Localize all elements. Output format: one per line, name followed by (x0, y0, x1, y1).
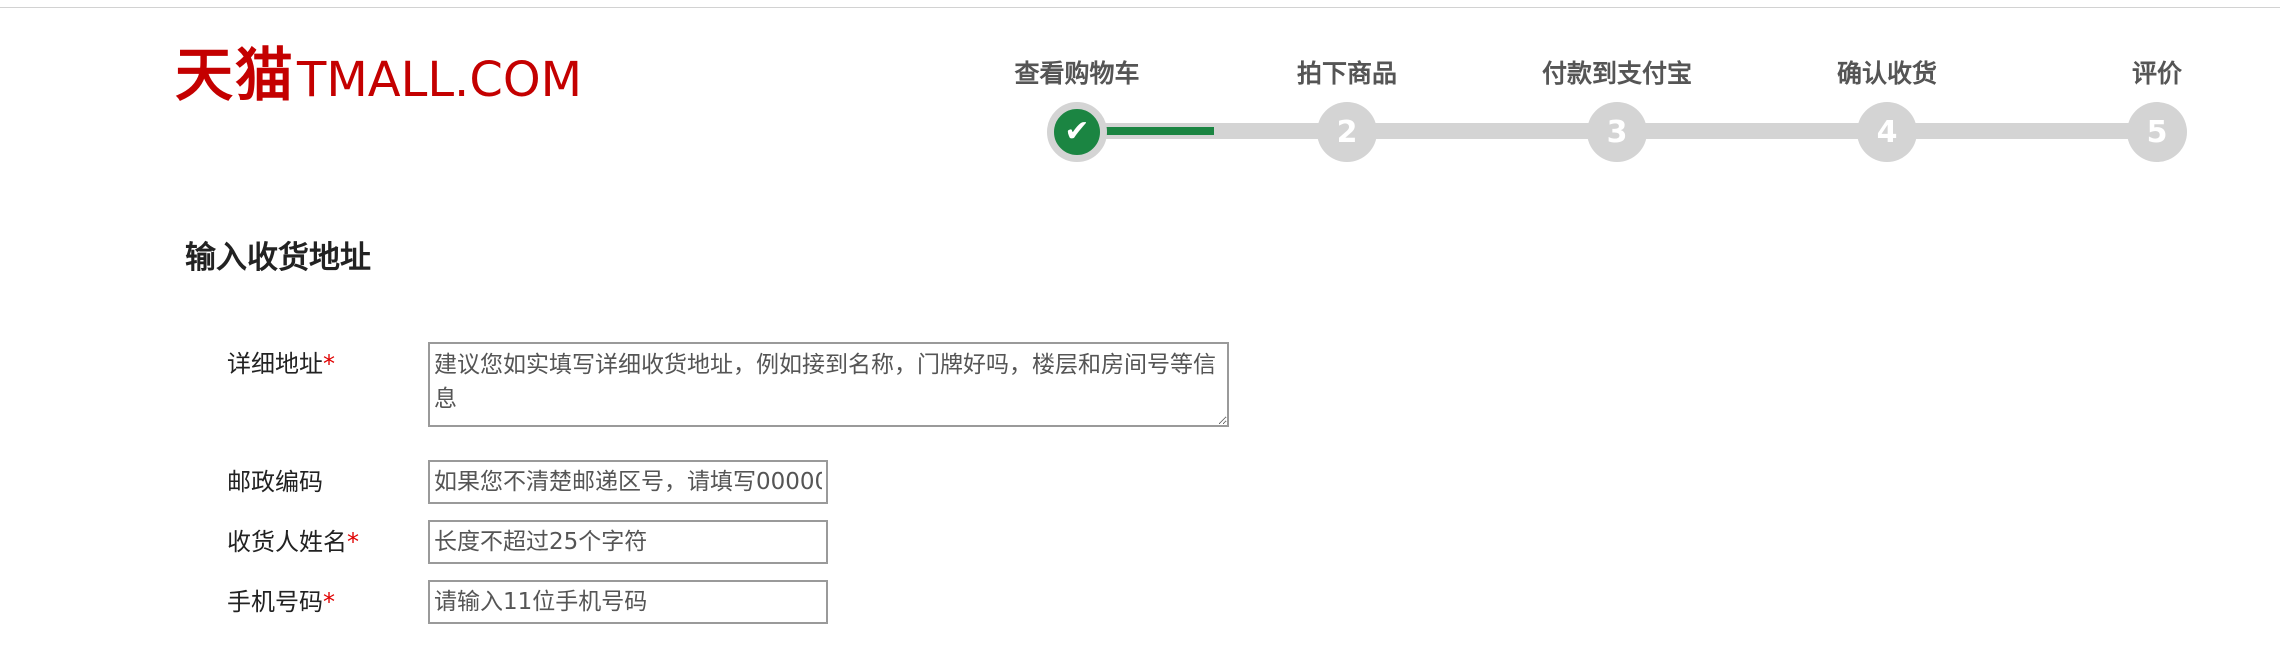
step-label-review: 评价 (2131, 59, 2183, 88)
check-icon: ✔ (1064, 114, 1090, 149)
step-3-circle: 3 (1587, 102, 1647, 162)
required-mark: * (347, 528, 359, 556)
phone-label: 手机号码* (227, 582, 335, 617)
recipient-name-label-text: 收货人姓名 (227, 528, 347, 556)
postcode-label-text: 邮政编码 (227, 468, 323, 496)
section-title: 输入收货地址 (185, 240, 371, 276)
step-label-pay-alipay: 付款到支付宝 (1541, 59, 1693, 88)
required-mark: * (323, 588, 335, 616)
step-2-circle: 2 (1317, 102, 1377, 162)
phone-label-text: 手机号码 (227, 588, 323, 616)
phone-input[interactable] (428, 580, 828, 624)
postcode-label: 邮政编码 (227, 462, 323, 497)
step-1-complete: ✔ (1047, 102, 1107, 162)
logo-chinese-text: 天猫 (175, 41, 296, 109)
step-4-circle: 4 (1857, 102, 1917, 162)
checkout-progress-steps: 查看购物车 拍下商品 付款到支付宝 确认收货 评价 ✔ 2 3 4 5 (1000, 48, 2230, 168)
logo-english-text: TMALL.COM (297, 52, 583, 108)
step-5-circle: 5 (2127, 102, 2187, 162)
address-textarea[interactable] (428, 342, 1229, 427)
step-label-confirm-receipt: 确认收货 (1836, 59, 1938, 88)
top-divider (0, 0, 2280, 8)
recipient-name-label: 收货人姓名* (227, 522, 359, 557)
step-label-view-cart: 查看购物车 (1014, 59, 1140, 88)
step-label-place-order: 拍下商品 (1296, 59, 1398, 88)
recipient-name-input[interactable] (428, 520, 828, 564)
address-label: 详细地址* (227, 344, 335, 379)
address-label-text: 详细地址 (227, 350, 323, 378)
required-mark: * (323, 350, 335, 378)
tmall-logo[interactable]: 天猫 TMALL.COM (175, 40, 582, 110)
postcode-input[interactable] (428, 460, 828, 504)
